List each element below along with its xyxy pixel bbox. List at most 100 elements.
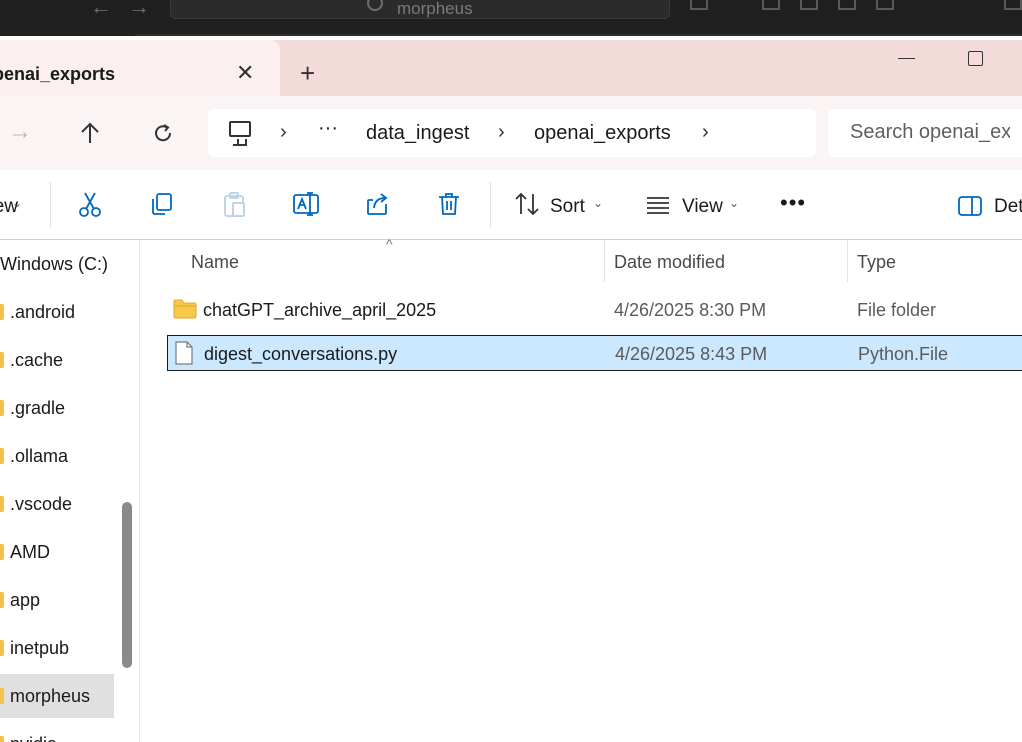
- chevron-down-icon[interactable]: ⌄: [593, 196, 603, 210]
- sidebar-item-label: inetpub: [10, 638, 70, 658]
- column-header-name[interactable]: Name: [191, 252, 239, 273]
- sidebar-item-label: .gradle: [10, 398, 66, 418]
- sidebar-item-ollama[interactable]: .ollama: [0, 434, 114, 478]
- table-row[interactable]: chatGPT_archive_april_2025 4/26/2025 8:3…: [167, 292, 1022, 328]
- title-bar: openai_exports ✕ +: [0, 40, 1022, 96]
- sidebar-item-label: Windows (C:): [0, 254, 109, 274]
- back-arrow-icon[interactable]: ←: [90, 0, 112, 20]
- tab-openai-exports[interactable]: openai_exports ✕: [0, 40, 280, 96]
- file-name: digest_conversations.py: [204, 344, 398, 364]
- paste-icon[interactable]: [222, 192, 246, 218]
- sidebar-item-label: morpheus: [10, 686, 91, 706]
- up-icon[interactable]: [80, 122, 100, 144]
- this-pc-icon[interactable]: [229, 121, 251, 146]
- sort-button[interactable]: Sort: [550, 196, 585, 218]
- folder-icon: [0, 448, 4, 464]
- folder-icon: [0, 640, 4, 656]
- folder-icon: [0, 352, 4, 368]
- layout-icon[interactable]: [762, 0, 780, 10]
- sidebar-item-label: AMD: [10, 542, 50, 562]
- new-tab-button[interactable]: +: [300, 58, 315, 89]
- search-box[interactable]: [828, 109, 1022, 157]
- sidebar-scrollbar[interactable]: [120, 240, 134, 742]
- file-name: chatGPT_archive_april_2025: [203, 300, 437, 320]
- forward-arrow-icon[interactable]: →: [128, 0, 150, 20]
- sidebar-item-label: app: [10, 590, 41, 610]
- sidebar-item-inetpub[interactable]: inetpub: [0, 626, 114, 670]
- sidebar-item-windows-c[interactable]: Windows (C:): [0, 242, 114, 286]
- rename-icon[interactable]: [293, 192, 319, 216]
- sidebar-item-vscode[interactable]: .vscode: [0, 482, 114, 526]
- divider: [490, 182, 491, 228]
- background-window-bar: ← → morpheus: [0, 0, 1022, 36]
- folder-icon: [0, 592, 4, 608]
- minimize-icon[interactable]: [898, 58, 915, 59]
- divider: [50, 182, 51, 228]
- sidebar-item-label: .cache: [10, 350, 64, 370]
- more-options-button[interactable]: •••: [780, 190, 806, 216]
- sidebar-item-android[interactable]: .android: [0, 290, 114, 334]
- background-search-text: morpheus: [397, 0, 473, 18]
- sort-icon[interactable]: [514, 192, 540, 216]
- background-search-box[interactable]: morpheus: [170, 0, 670, 19]
- folder-icon: [0, 304, 4, 320]
- share-icon[interactable]: [366, 192, 392, 216]
- view-icon[interactable]: [646, 196, 670, 214]
- close-tab-icon[interactable]: ✕: [236, 60, 254, 86]
- chevron-down-icon[interactable]: ⌄: [729, 196, 739, 210]
- breadcrumb[interactable]: › ··· data_ingest › openai_exports ›: [208, 109, 816, 157]
- search-input[interactable]: [850, 121, 1010, 144]
- details-button[interactable]: Details: [994, 196, 1022, 218]
- folder-icon: [0, 736, 4, 742]
- table-row-selected[interactable]: digest_conversations.py 4/26/2025 8:43 P…: [167, 335, 1022, 371]
- sidebar-item-label: .vscode: [10, 494, 73, 514]
- delete-icon[interactable]: [438, 192, 460, 216]
- sidebar-item-label: .android: [10, 302, 76, 322]
- scrollbar-thumb[interactable]: [122, 502, 132, 668]
- sidebar-item-label: nvidia: [10, 734, 57, 742]
- details-pane-icon[interactable]: [958, 196, 982, 216]
- command-bar: New ⌄ Sort ⌄ View ⌄ ••• Details: [0, 170, 1022, 240]
- split-view-icon[interactable]: [876, 0, 894, 10]
- sidebar-item-app[interactable]: app: [0, 578, 114, 622]
- breadcrumb-more[interactable]: ···: [318, 117, 338, 140]
- copy-icon[interactable]: [150, 192, 174, 216]
- copilot-icon[interactable]: [690, 0, 708, 10]
- refresh-icon[interactable]: [152, 122, 174, 144]
- sidebar-item-cache[interactable]: .cache: [0, 338, 114, 382]
- sidebar-toggle-icon[interactable]: [800, 0, 818, 10]
- file-list: ^ Name Date modified Type chatGPT_archiv…: [141, 236, 1022, 742]
- sidebar-item-amd[interactable]: AMD: [0, 530, 114, 574]
- chevron-right-icon[interactable]: ›: [280, 121, 287, 144]
- sidebar-item-morpheus[interactable]: morpheus: [0, 674, 114, 718]
- folder-icon: [0, 544, 4, 560]
- sidebar-item-gradle[interactable]: .gradle: [0, 386, 114, 430]
- window-control-icon[interactable]: [1004, 0, 1022, 10]
- view-button[interactable]: View: [682, 196, 723, 218]
- sort-ascending-icon: ^: [386, 236, 393, 252]
- chevron-right-icon[interactable]: ›: [498, 121, 505, 144]
- file-date: 4/26/2025 8:30 PM: [614, 300, 767, 320]
- panel-toggle-icon[interactable]: [838, 0, 856, 10]
- file-type: File folder: [857, 300, 937, 320]
- column-divider[interactable]: [847, 240, 848, 282]
- file-date: 4/26/2025 8:43 PM: [615, 344, 768, 364]
- cut-icon[interactable]: [78, 192, 102, 218]
- forward-icon[interactable]: →: [8, 118, 32, 146]
- search-icon: [367, 0, 383, 11]
- background-window-edge: [135, 34, 1022, 36]
- column-header-type[interactable]: Type: [857, 252, 896, 273]
- file-type: Python.File: [858, 344, 949, 364]
- maximize-icon[interactable]: [968, 51, 983, 66]
- sidebar-item-label: .ollama: [10, 446, 69, 466]
- sidebar-item-nvidia[interactable]: nvidia: [0, 722, 114, 742]
- column-divider[interactable]: [604, 240, 605, 282]
- breadcrumb-data-ingest[interactable]: data_ingest: [366, 122, 469, 145]
- breadcrumb-openai-exports[interactable]: openai_exports: [534, 122, 671, 145]
- column-header-date[interactable]: Date modified: [614, 252, 725, 273]
- chevron-down-icon[interactable]: ⌄: [12, 196, 22, 210]
- chevron-right-icon[interactable]: ›: [702, 121, 709, 144]
- folder-icon: [0, 496, 4, 512]
- folder-icon: [173, 299, 197, 319]
- file-icon: [175, 341, 193, 365]
